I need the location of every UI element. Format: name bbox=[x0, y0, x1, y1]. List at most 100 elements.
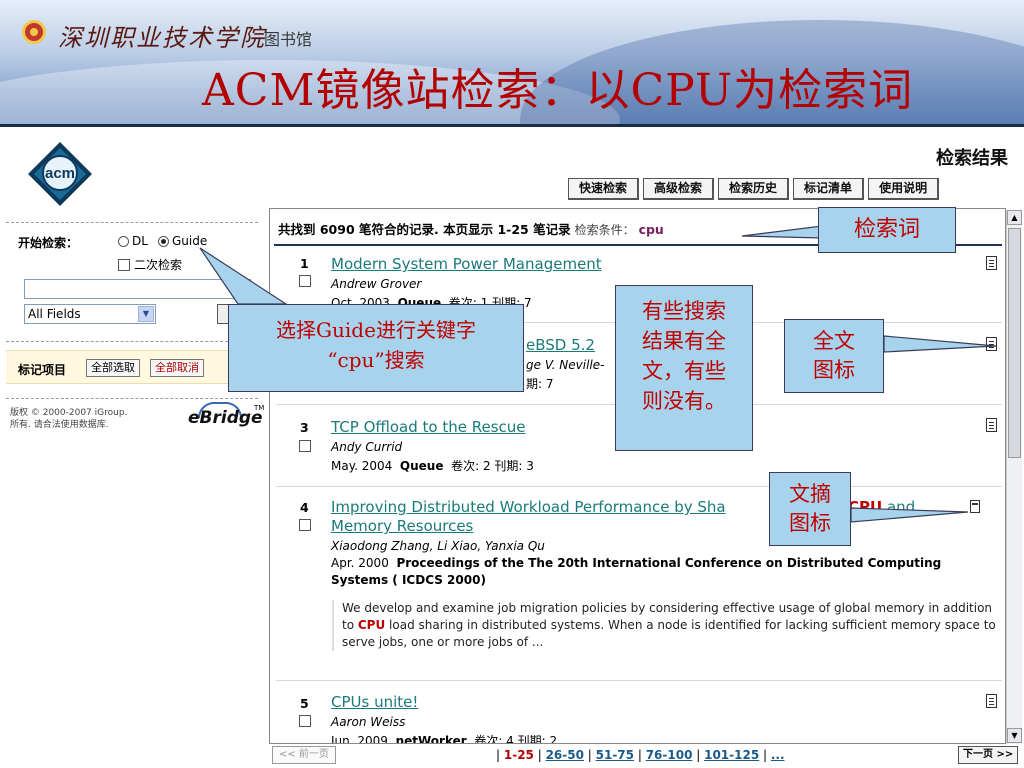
clear-all-button[interactable]: 全部取消 bbox=[150, 359, 204, 377]
result-title-link[interactable]: Modern System Power Management bbox=[331, 255, 602, 273]
result-author[interactable]: ge V. Neville- bbox=[526, 358, 604, 372]
advanced-search-button[interactable]: 高级检索 bbox=[643, 178, 715, 200]
copyright-line: 版权 © 2000-2007 iGroup. bbox=[10, 408, 128, 418]
callout-abstract-icon: 文摘 图标 bbox=[769, 472, 851, 546]
result-number: 5 bbox=[300, 696, 309, 711]
ebridge-logo: eBridge bbox=[188, 408, 263, 428]
page-link[interactable]: 26-50 bbox=[546, 748, 584, 762]
result-source[interactable]: Queue bbox=[400, 459, 444, 473]
fulltext-icon[interactable] bbox=[986, 418, 997, 432]
abstract-highlight: CPU bbox=[357, 618, 386, 632]
result-issue: 期: 7 bbox=[526, 377, 554, 391]
result-author[interactable]: Xiaodong Zhang bbox=[331, 539, 430, 553]
library-label: 图书馆 bbox=[264, 30, 313, 49]
result-number: 3 bbox=[300, 420, 309, 435]
result-source[interactable]: Proceedings of the The 20th Internationa… bbox=[396, 556, 941, 570]
banner-divider bbox=[0, 124, 1024, 127]
scroll-down-icon[interactable]: ▼ bbox=[1007, 728, 1022, 743]
result-source[interactable]: Systems ( ICDCS 2000) bbox=[331, 573, 486, 587]
result-meta: Jun. 2009 netWorker 卷次: 4 刊期: 2 bbox=[331, 732, 557, 743]
marked-list-button[interactable]: 标记清单 bbox=[793, 178, 865, 200]
result-author[interactable]: Yanxia Qu bbox=[485, 539, 545, 553]
help-button[interactable]: 使用说明 bbox=[868, 178, 940, 200]
result-separator bbox=[276, 680, 1002, 681]
result-checkbox[interactable] bbox=[299, 275, 311, 287]
copyright-line: 所有. 请合法使用数据库. bbox=[10, 420, 109, 430]
radio-selected-icon[interactable] bbox=[158, 235, 169, 247]
result-meta: May. 2004 Queue 卷次: 2 刊期: 3 bbox=[331, 457, 534, 474]
select-all-button[interactable]: 全部选取 bbox=[86, 359, 140, 377]
radio-dl[interactable]: DL bbox=[118, 234, 148, 248]
result-title-part[interactable]: Improving Distributed Workload Performan… bbox=[331, 498, 726, 516]
scroll-up-icon[interactable]: ▲ bbox=[1007, 210, 1022, 225]
quick-search-button[interactable]: 快速检索 bbox=[568, 178, 640, 200]
page-link[interactable]: 101-125 bbox=[704, 748, 759, 762]
field-select[interactable]: All Fields ▼ bbox=[24, 304, 156, 324]
field-select-value: All Fields bbox=[28, 307, 81, 321]
result-author[interactable]: Andrew Grover bbox=[331, 277, 421, 291]
result-checkbox[interactable] bbox=[299, 440, 311, 452]
result-author[interactable]: Li Xiao bbox=[437, 539, 477, 553]
mark-items-label: 标记项目 bbox=[18, 363, 67, 377]
radio-dl-label: DL bbox=[132, 234, 148, 248]
fulltext-icon[interactable] bbox=[986, 337, 997, 351]
callout-line: 选择Guide进行关键字 bbox=[276, 318, 476, 342]
fulltext-icon[interactable] bbox=[986, 256, 997, 270]
result-issue: 卷次: 2 刊期: 3 bbox=[451, 459, 534, 473]
search-history-button[interactable]: 检索历史 bbox=[718, 178, 790, 200]
radio-circle-icon[interactable] bbox=[118, 235, 129, 247]
callout-line: 有些搜索 bbox=[642, 299, 726, 323]
callout-partial-fulltext: 有些搜索 结果有全 文，有些 则没有。 bbox=[615, 285, 753, 451]
abstract-text: load sharing in distributed systems. Whe… bbox=[342, 618, 996, 649]
callout-line: 则没有。 bbox=[642, 389, 726, 413]
result-checkbox[interactable] bbox=[299, 715, 311, 727]
pagination: | 1-25 | 26-50 | 51-75 | 76-100 | 101-12… bbox=[496, 748, 785, 762]
result-title-part[interactable]: and bbox=[887, 498, 915, 516]
result-number: 1 bbox=[300, 256, 309, 271]
abstract-icon[interactable] bbox=[970, 500, 980, 513]
result-author[interactable]: Aaron Weiss bbox=[331, 715, 405, 729]
page-link[interactable]: 51-75 bbox=[596, 748, 634, 762]
page-link[interactable]: ... bbox=[771, 748, 785, 762]
sub-search-checkbox[interactable] bbox=[118, 258, 130, 271]
callout-line: 文，有些 bbox=[642, 359, 726, 383]
callout-line: “cpu”搜索 bbox=[327, 348, 425, 372]
search-input[interactable] bbox=[24, 279, 251, 299]
callout-line: 图标 bbox=[789, 511, 831, 535]
result-abstract: We develop and examine job migration pol… bbox=[332, 600, 1002, 651]
result-checkbox[interactable] bbox=[299, 519, 311, 531]
result-title-link[interactable]: Improving Distributed Workload Performan… bbox=[331, 498, 726, 516]
result-title-link[interactable]: TCP Offload to the Rescue bbox=[331, 418, 526, 436]
fulltext-icon[interactable] bbox=[986, 694, 997, 708]
callout-line: 结果有全 bbox=[642, 329, 726, 353]
start-search-label: 开始检索： bbox=[18, 236, 79, 250]
results-heading: 检索结果 bbox=[936, 148, 1008, 169]
acm-logo-icon[interactable]: acm bbox=[26, 140, 94, 208]
scroll-thumb[interactable] bbox=[1008, 228, 1021, 458]
result-source[interactable]: netWorker bbox=[396, 734, 467, 743]
next-page-button[interactable]: 下一页 >> bbox=[958, 746, 1019, 764]
result-title-link[interactable]: eBSD 5.2 bbox=[526, 336, 595, 354]
result-separator bbox=[276, 486, 1002, 487]
page-link[interactable]: 76-100 bbox=[646, 748, 693, 762]
slide-title: ACM镜像站检索：以CPU为检索词 bbox=[202, 65, 914, 116]
result-meta: Apr. 2000 Proceedings of the The 20th In… bbox=[331, 556, 941, 570]
radio-guide[interactable]: Guide bbox=[158, 234, 207, 248]
result-title-link-line2[interactable]: Memory Resources bbox=[331, 517, 473, 535]
sub-search-label: 二次检索 bbox=[134, 258, 183, 272]
result-title-link[interactable]: CPUs unite! bbox=[331, 693, 418, 711]
school-name: 深圳职业技术学院 bbox=[58, 24, 266, 52]
result-number: 4 bbox=[300, 500, 309, 515]
copyright-text: 版权 © 2000-2007 iGroup. 所有. 请合法使用数据库. bbox=[10, 407, 127, 431]
result-author[interactable]: Andy Currid bbox=[331, 440, 402, 454]
result-date: Apr. 2000 bbox=[331, 556, 389, 570]
prev-page-button[interactable]: << 前一页 bbox=[272, 746, 336, 764]
result-title-link[interactable]: CPU and bbox=[848, 498, 915, 516]
trademark-mark: TM bbox=[254, 404, 265, 412]
callout-line: 全文 bbox=[813, 329, 855, 353]
chevron-down-icon[interactable]: ▼ bbox=[138, 306, 154, 322]
result-authors: Xiaodong Zhang, Li Xiao, Yanxia Qu bbox=[331, 539, 545, 553]
title-highlight[interactable]: CPU bbox=[848, 498, 882, 516]
summary-text: 共找到 6090 笔符合的记录. 本页显示 1-25 笔记录 bbox=[278, 222, 571, 237]
sub-search-option[interactable]: 二次检索 bbox=[118, 256, 182, 273]
